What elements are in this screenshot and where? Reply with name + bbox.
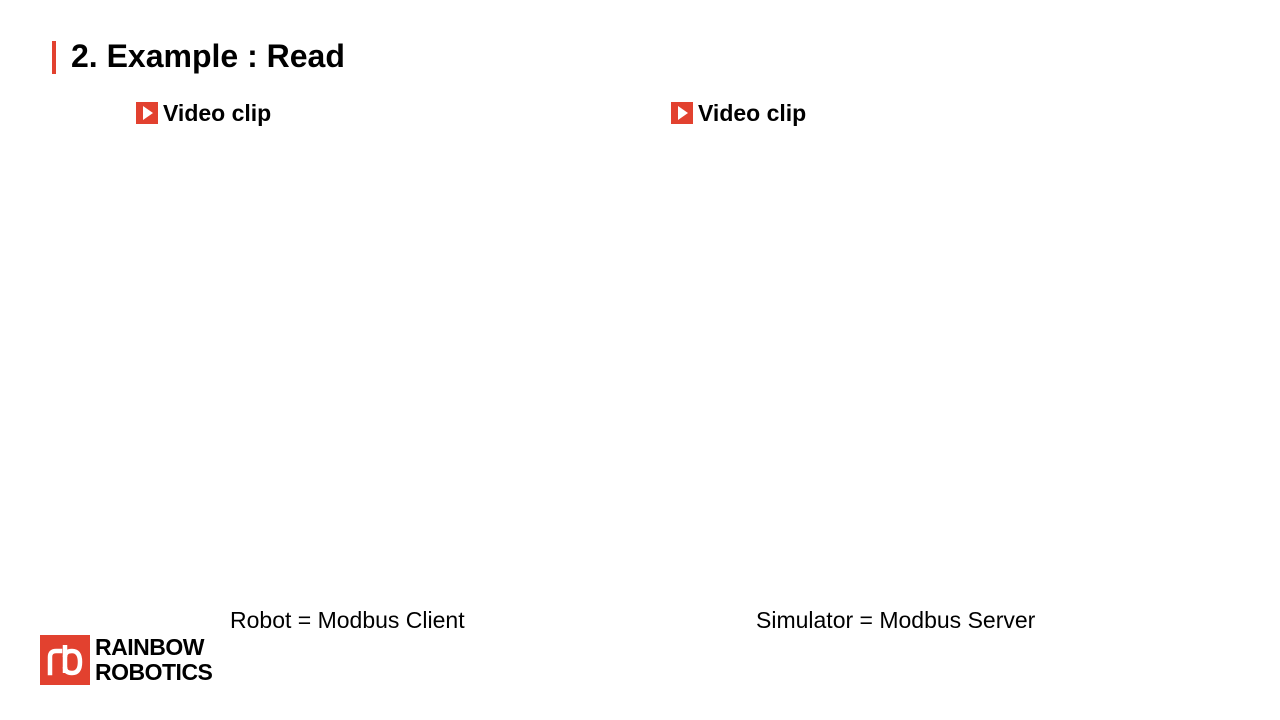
logo-text-line2: ROBOTICS <box>95 659 213 685</box>
video-player-left[interactable] <box>136 135 636 595</box>
rainbow-robotics-logo: RAINBOW ROBOTICS <box>40 634 213 685</box>
title-accent-bar <box>52 41 56 74</box>
video-clip-text: Video clip <box>163 99 272 126</box>
caption-simulator-server: Simulator = Modbus Server <box>756 607 1036 633</box>
play-icon <box>136 102 158 124</box>
rb-logo-icon <box>40 635 90 685</box>
video-player-right[interactable] <box>671 135 1171 595</box>
video-clip-text: Video clip <box>698 99 807 126</box>
page-title: 2. Example : Read <box>71 38 345 74</box>
logo-wordmark: RAINBOW ROBOTICS <box>95 634 213 685</box>
video-clip-label-left: Video clip <box>136 98 271 128</box>
caption-robot-client: Robot = Modbus Client <box>230 607 465 633</box>
play-icon <box>671 102 693 124</box>
logo-text-line1: RAINBOW <box>95 634 204 660</box>
video-clip-label-right: Video clip <box>671 98 806 128</box>
